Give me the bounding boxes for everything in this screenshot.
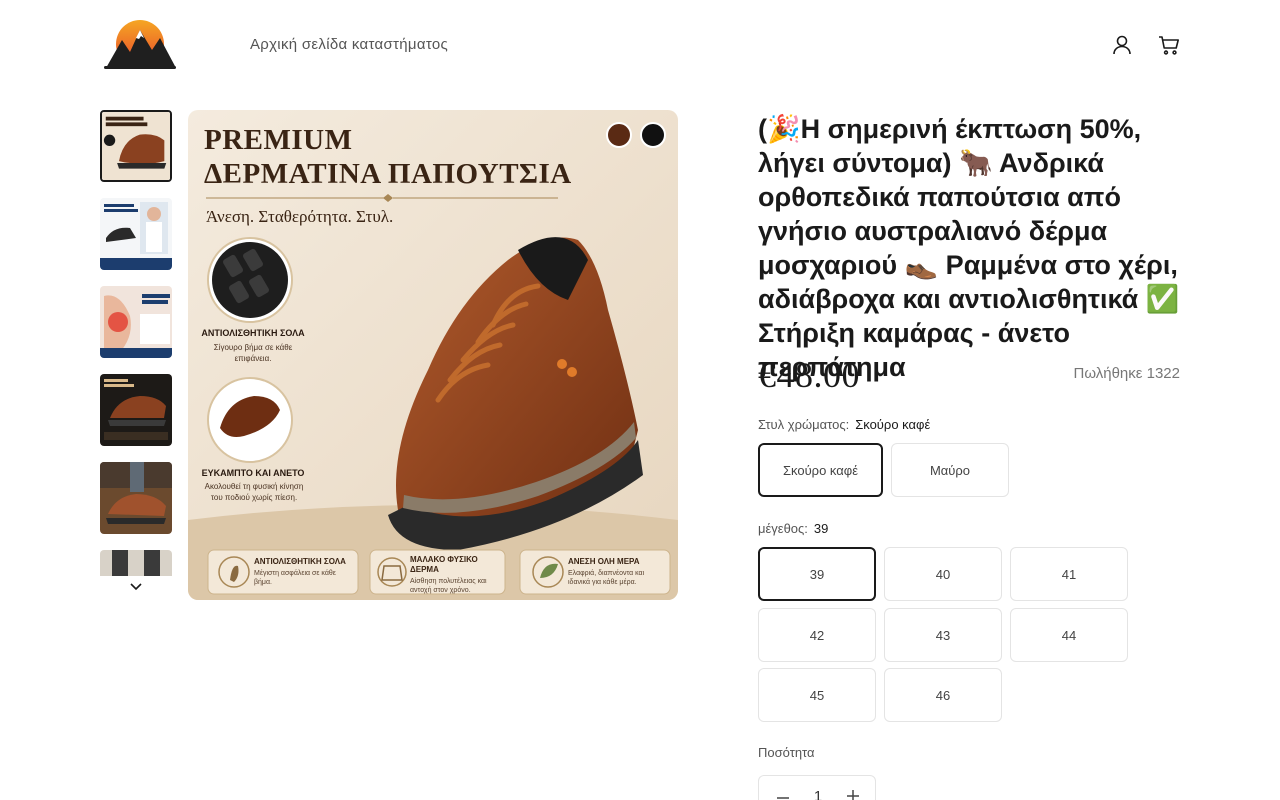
quantity-increase-button[interactable]	[843, 784, 863, 800]
thumbnail-4[interactable]	[100, 374, 172, 446]
thumbnail-1[interactable]	[100, 110, 172, 182]
image-badge2-title: ΜΑΛΑΚΟ ΦΥΣΙΚΟ ΔΕΡΜΑ	[410, 555, 478, 574]
thumbnail-5[interactable]	[100, 462, 172, 534]
size-selected-value: 39	[813, 521, 829, 536]
size-option-46[interactable]: 46	[884, 668, 1002, 722]
image-tagline: Άνεση. Σταθερότητα. Στυλ.	[206, 207, 394, 226]
color-option-dark-brown[interactable]: Σκούρο καφέ	[758, 443, 883, 497]
site-header: Αρχική σελίδα καταστήματος	[0, 0, 1280, 92]
swatch-brown	[606, 122, 632, 148]
thumbnail-6[interactable]	[100, 550, 172, 576]
sold-count: Πωλήθηκε 1322	[1073, 365, 1180, 382]
image-badge1-text: Μέγιστη ασφάλεια σε κάθε βήμα.	[254, 570, 336, 586]
size-option-41[interactable]: 41	[1010, 547, 1128, 601]
color-option-black[interactable]: Μαύρο	[891, 443, 1009, 497]
image-badge3-text: Ελαφριά, διαπνέοντα και ιδανικά για κάθε…	[568, 570, 645, 586]
store-logo[interactable]	[100, 16, 180, 74]
size-option-39[interactable]: 39	[758, 547, 876, 601]
cart-icon[interactable]	[1157, 33, 1181, 57]
product-price: €48.00	[758, 355, 860, 395]
quantity-label: Ποσότητα	[758, 745, 815, 760]
size-label-text: μέγεθος:	[758, 521, 808, 536]
size-option-45[interactable]: 45	[758, 668, 876, 722]
quantity-decrease-button[interactable]	[773, 786, 793, 800]
swatch-black	[640, 122, 666, 148]
image-title-line2: ΔΕΡΜΑΤΙΝΑ ΠΑΠΟΥΤΣΙΑ	[204, 158, 572, 190]
home-link[interactable]: Αρχική σελίδα καταστήματος	[250, 36, 448, 53]
size-option-42[interactable]: 42	[758, 608, 876, 662]
image-feature1-title: ΑΝΤΙΟΛΙΣΘΗΤΙΚΗ ΣΟΛΑ	[201, 328, 305, 338]
main-product-image[interactable]: PREMIUM ΔΕΡΜΑΤΙΝΑ ΠΑΠΟΥΤΣΙΑ Άνεση. Σταθε…	[188, 110, 678, 600]
image-badge3-title: ΑΝΕΣΗ ΟΛΗ ΜΕΡΑ	[568, 557, 640, 566]
thumbnail-list	[100, 110, 172, 576]
thumbnail-2[interactable]	[100, 198, 172, 270]
color-selected-value: Σκούρο καφέ	[855, 417, 931, 432]
size-option-43[interactable]: 43	[884, 608, 1002, 662]
image-feature2-title: ΕΥΚΑΜΠΤΟ ΚΑΙ ΑΝΕΤΟ	[201, 468, 305, 478]
thumbnail-3[interactable]	[100, 286, 172, 358]
color-label-text: Στυλ χρώματος:	[758, 417, 850, 432]
chevron-down-icon[interactable]	[126, 578, 146, 596]
color-option-label: Στυλ χρώματος: Σκούρο καφέ	[758, 417, 930, 432]
size-option-44[interactable]: 44	[1010, 608, 1128, 662]
product-title: (🎉Η σημερινή έκπτωση 50%, λήγει σύντομα)…	[758, 114, 1180, 382]
account-icon[interactable]	[1110, 33, 1134, 57]
image-badge1-title: ΑΝΤΙΟΛΙΣΘΗΤΙΚΗ ΣΟΛΑ	[254, 557, 346, 566]
size-option-label: μέγεθος: 39	[758, 521, 828, 536]
size-option-40[interactable]: 40	[884, 547, 1002, 601]
image-feature1-text: Σίγουρο βήμα σε κάθε επιφάνεια.	[213, 343, 293, 363]
quantity-stepper: 1	[758, 775, 876, 800]
image-badge2-text: Αίσθηση πολυτέλειας και αντοχή στον χρόν…	[410, 578, 487, 594]
image-title-line1: PREMIUM	[204, 124, 353, 156]
image-feature2-text: Ακολουθεί τη φυσική κίνηση του ποδιού χω…	[204, 482, 304, 502]
quantity-input[interactable]: 1	[803, 788, 833, 800]
